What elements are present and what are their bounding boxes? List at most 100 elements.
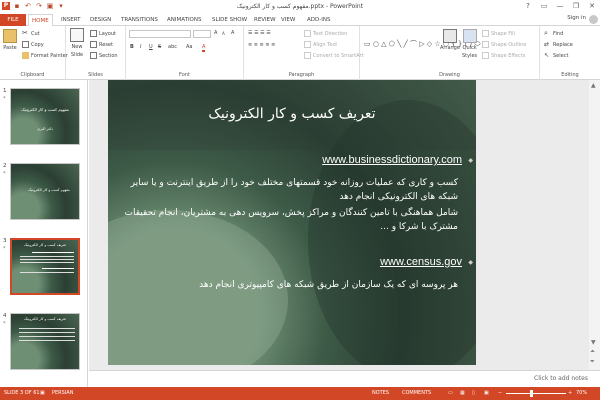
smartart-button[interactable]: Convert to SmartArt [304,52,364,59]
window-title: مفهوم کسب و کار الکترونیک.pptx - PowerPo… [236,3,364,10]
shapes-gallery[interactable]: ▭ ○ △ ⬠ ╲ ╱ ⌒ ▷ ◇ ☆ ⬡ { } ⟨ ⟩ ⬭ [364,30,481,58]
section-button[interactable]: Section [90,52,118,59]
font-name-dropdown[interactable] [129,30,191,38]
thumb-text-line [20,262,74,263]
italic-button[interactable]: I [140,44,141,50]
tab-file[interactable]: FILE [0,14,26,26]
tab-view[interactable]: VIEW [278,14,298,26]
spellcheck-icon[interactable]: ▣ [40,390,45,396]
copy-button[interactable]: Copy [22,41,44,48]
paste-label: Paste [3,45,17,51]
tab-add-ins[interactable]: ADD-INS [304,14,333,26]
reset-icon [90,41,97,48]
char-spacing-button[interactable]: abc [168,44,177,50]
language-indicator[interactable]: PERSIAN [52,390,73,396]
help-button[interactable]: ? [520,0,536,12]
font-group: A A A B I U S abc Aa A Font [126,26,244,80]
slide-thumbnail-1[interactable]: مفهوم کسب و کار الکترونیک دکتر اکبری [10,88,80,145]
reset-button[interactable]: Reset [90,41,113,48]
grow-font-button[interactable]: A [214,30,217,36]
clipboard-group-label: Clipboard [20,72,45,78]
zoom-level[interactable]: 70% [576,390,587,396]
tab-design[interactable]: DESIGN [87,14,114,26]
thumb-number: 3 [3,238,7,244]
select-button[interactable]: ↖ Select [544,52,568,59]
reading-view-icon[interactable]: ▯ [472,390,475,396]
scissors-icon: ✂ [22,29,28,37]
layout-button[interactable]: Layout [90,30,116,37]
minimize-button[interactable]: — [552,0,568,12]
font-color-button[interactable]: A [202,44,206,52]
slide-thumbnail-4[interactable]: تعریف کسب و کار الکترونیک [10,313,80,370]
text-direction-label: Text Direction [313,30,348,37]
change-case-button[interactable]: Aa [186,44,192,50]
previous-slide-icon[interactable]: ⏶ [590,348,595,356]
drawing-group-label: Drawing [439,72,460,78]
zoom-out-button[interactable]: − [498,390,502,396]
shape-effects-button[interactable]: Shape Effects [482,52,525,59]
slideshow-view-icon[interactable]: ▣ [484,390,489,396]
link-business-dictionary[interactable]: www.businessdictionary.com [322,154,462,166]
thumb-text-line [19,340,75,341]
next-slide-icon[interactable]: ⏷ [590,358,595,366]
text-direction-button[interactable]: Text Direction [304,30,347,37]
cut-button[interactable]: ✂ Cut [22,30,40,37]
notes-placeholder[interactable]: Click to add notes [534,375,588,382]
tab-insert[interactable]: INSERT [58,14,83,26]
bold-button[interactable]: B [130,44,134,50]
tab-animations[interactable]: ANIMATIONS [164,14,205,26]
sign-in-link[interactable]: Sign in [567,15,586,21]
format-painter-button[interactable]: Format Painter [22,52,68,59]
shape-outline-label: Shape Outline [491,41,527,48]
current-slide[interactable]: تعریف کسب و کار الکترونیک www.businessdi… [108,80,476,365]
new-slide-label-2: Slide [70,52,84,58]
link-census-gov[interactable]: www.census.gov [380,256,462,268]
arrange-button[interactable]: Arrange [440,29,460,51]
arrange-icon [442,29,457,43]
shrink-font-button[interactable]: A [222,31,225,36]
avatar[interactable] [589,15,598,24]
bullet-text[interactable]: شامل هماهنگی با تامین کنندگان و مراکز پخ… [122,206,458,234]
shape-outline-button[interactable]: Shape Outline [482,41,526,48]
tab-review[interactable]: REVIEW [251,14,279,26]
zoom-slider[interactable] [506,390,566,397]
zoom-in-button[interactable]: + [568,390,572,396]
comments-toggle-button[interactable]: COMMENTS [402,390,431,396]
font-size-dropdown[interactable] [193,30,211,38]
scroll-up-icon[interactable]: ▲ [591,82,596,89]
slide-title[interactable]: تعریف کسب و کار الکترونیک [128,106,456,122]
copy-label: Copy [31,41,44,48]
restore-button[interactable]: ❐ [568,0,584,12]
align-text-button[interactable]: Align Text [304,41,337,48]
thumb-number: 4 [3,313,7,319]
vertical-scrollbar[interactable]: ▲ ▼ ⏶ ⏷ [589,80,600,370]
brush-icon [22,52,29,59]
shape-fill-button[interactable]: Shape Fill [482,30,515,37]
clear-format-button[interactable]: A [231,30,234,36]
find-button[interactable]: ⌕ Find [544,30,563,37]
bullets-icon[interactable]: ☰ ☰ ☰ ☰ [248,30,271,36]
scroll-down-icon[interactable]: ▼ [591,339,596,346]
window-controls: ? ▭ — ❐ ✕ [520,0,600,12]
thumb-text-line [19,336,75,337]
slide-thumbnail-2[interactable]: مفهوم کسب و کار الکترونیک [10,163,80,220]
quick-styles-button[interactable]: Quick Styles [462,29,477,59]
normal-view-icon[interactable]: ▭ [448,390,453,396]
tab-transitions[interactable]: TRANSITIONS [118,14,161,26]
tab-slide-show[interactable]: SLIDE SHOW [209,14,250,26]
bullet-text[interactable]: هر پروسه ای که یک سازمان از طریق شبکه ها… [168,278,458,292]
bullet-text[interactable]: کسب و کاری که عملیات روزانه خود قسمتهای … [122,176,458,204]
paste-button[interactable]: Paste [3,29,17,51]
align-icon[interactable]: ≡ ≡ ≡ ≡ ≡ [248,42,275,48]
notes-pane[interactable]: Click to add notes [89,370,600,387]
zoom-slider-thumb[interactable] [530,390,533,397]
underline-button[interactable]: U [149,44,153,50]
slide-sorter-icon[interactable]: ▦ [460,390,465,396]
new-slide-button[interactable]: New Slide [70,28,84,58]
slide-thumbnail-3[interactable]: تعریف کسب و کار الکترونیک [10,238,80,295]
ribbon-display-icon[interactable]: ▭ [536,0,552,12]
notes-toggle-button[interactable]: NOTES [372,390,389,396]
replace-button[interactable]: ⇄ Replace [544,41,573,48]
close-button[interactable]: ✕ [584,0,600,12]
strikethrough-button[interactable]: S [158,44,161,50]
